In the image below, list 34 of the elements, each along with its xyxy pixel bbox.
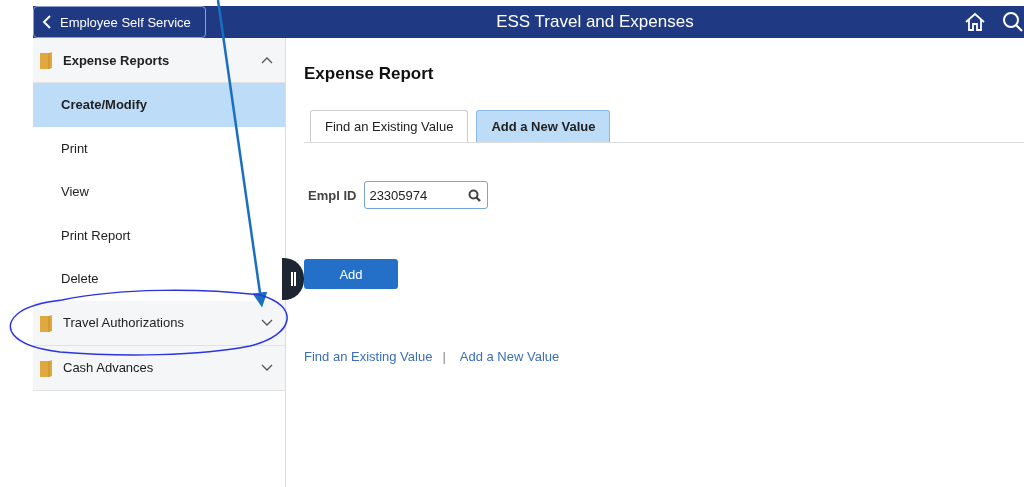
chevron-left-icon bbox=[42, 15, 52, 29]
group-label: Cash Advances bbox=[63, 360, 155, 375]
field-label: Empl ID bbox=[308, 187, 357, 203]
folder-icon bbox=[39, 358, 53, 377]
link[interactable]: Find an Existing Value bbox=[304, 349, 433, 364]
group-label: Travel Authorizations bbox=[63, 315, 185, 330]
group-header[interactable]: Cash Advances bbox=[33, 345, 285, 391]
grip-icon bbox=[290, 272, 296, 286]
sidebar-item[interactable]: Print bbox=[33, 126, 285, 170]
home-icon[interactable] bbox=[964, 11, 986, 33]
sidebar-item[interactable]: Delete bbox=[33, 257, 285, 301]
sidebar-item[interactable]: Create/Modify bbox=[33, 83, 285, 127]
search-icon[interactable] bbox=[468, 188, 482, 202]
group-label: Expense Reports bbox=[63, 52, 171, 68]
back-button[interactable]: Employee Self Service bbox=[33, 6, 206, 38]
folder-icon bbox=[39, 51, 53, 69]
folder-icon bbox=[39, 313, 53, 332]
input-field[interactable]: 23305974 bbox=[364, 181, 489, 209]
group-header[interactable]: Travel Authorizations bbox=[33, 300, 285, 346]
chevron-down-icon bbox=[261, 318, 273, 327]
tab[interactable]: Find an Existing Value bbox=[310, 110, 469, 142]
group-header[interactable]: Expense Reports bbox=[33, 38, 285, 83]
search-icon[interactable] bbox=[1002, 11, 1024, 33]
link-separator: | bbox=[442, 349, 446, 364]
sidebar-item[interactable]: Print Report bbox=[33, 213, 285, 257]
chevron-up-icon bbox=[261, 56, 273, 64]
link[interactable]: Add a New Value bbox=[459, 349, 560, 364]
page-title: ESS Travel and Expenses bbox=[495, 12, 695, 32]
tab[interactable]: Add a New Value bbox=[476, 110, 611, 142]
chevron-down-icon bbox=[261, 363, 273, 372]
add-button[interactable]: Add bbox=[304, 259, 398, 289]
collapse-handle[interactable] bbox=[282, 258, 304, 300]
sidebar-item[interactable]: View bbox=[33, 170, 285, 214]
page-heading: Expense Report bbox=[304, 64, 435, 84]
